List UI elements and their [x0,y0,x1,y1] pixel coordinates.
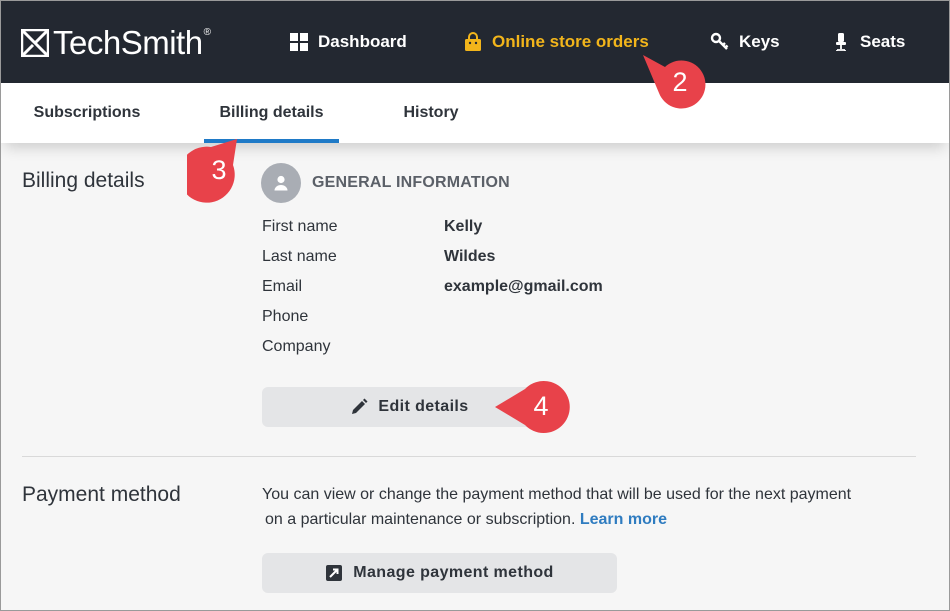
nav-keys-label: Keys [739,32,780,51]
payment-description-line2-wrap: on a particular maintenance or subscript… [262,507,922,532]
top-navbar: TechSmith ® Dashboard Online store order… [1,1,949,83]
section-divider [22,456,916,457]
nav-online-store-orders[interactable]: Online store orders [463,31,649,53]
callout-3-number: 3 [211,155,227,185]
external-link-icon [325,564,343,582]
user-icon [274,175,288,191]
nav-dashboard[interactable]: Dashboard [289,31,407,53]
callout-2-number: 2 [672,67,688,97]
general-information-title: GENERAL INFORMATION [312,174,510,191]
payment-description-line2: on a particular maintenance or subscript… [265,511,576,528]
tab-subscriptions-label: Subscriptions [33,104,141,121]
brand-name: TechSmith [53,24,203,61]
pencil-icon [350,398,368,416]
billing-details-heading: Billing details [22,169,145,192]
manage-payment-method-button[interactable]: Manage payment method [262,553,617,593]
callout-4-number: 4 [533,391,549,421]
company-label: Company [262,338,331,355]
nav-keys[interactable]: Keys [710,31,780,53]
phone-label: Phone [262,308,309,325]
email-value: example@gmail.com [444,278,603,295]
payment-method-heading: Payment method [22,483,181,506]
shopping-bag-icon [463,32,483,52]
nav-online-store-orders-label: Online store orders [492,32,649,51]
email-label: Email [262,278,303,295]
nav-seats[interactable]: Seats [831,31,905,53]
tab-billing-details[interactable]: Billing details [204,83,339,143]
tab-history[interactable]: History [393,83,469,143]
tab-billing-details-label: Billing details [219,104,324,121]
tab-subscriptions[interactable]: Subscriptions [25,83,149,143]
general-information-header: GENERAL INFORMATION [261,162,510,204]
last-name-label: Last name [262,248,337,265]
manage-payment-method-label: Manage payment method [353,564,554,581]
avatar [261,163,301,203]
tab-history-label: History [403,104,459,121]
grid-icon [289,32,309,52]
app-window: TechSmith ® Dashboard Online store order… [0,0,950,611]
nav-dashboard-label: Dashboard [318,32,407,51]
payment-description-line1: You can view or change the payment metho… [262,486,852,503]
payment-description: You can view or change the payment metho… [262,482,922,532]
first-name-value: Kelly [444,218,483,235]
techsmith-logo[interactable]: TechSmith ® [21,25,211,61]
last-name-value: Wildes [444,248,496,265]
registered-mark: ® [203,27,211,38]
techsmith-logo-icon [21,29,49,57]
key-icon [710,32,730,52]
nav-seats-label: Seats [860,32,906,51]
callout-4: 4 [491,377,577,437]
first-name-label: First name [262,218,338,235]
seat-icon [831,32,851,52]
callout-3: 3 [178,135,251,205]
edit-details-label: Edit details [378,398,469,415]
learn-more-link[interactable]: Learn more [580,511,667,528]
sub-navigation: Subscriptions Billing details History [1,83,949,143]
callout-2: 2 [637,53,713,115]
main-content: Billing details GENERAL INFORMATION Firs… [1,143,949,610]
